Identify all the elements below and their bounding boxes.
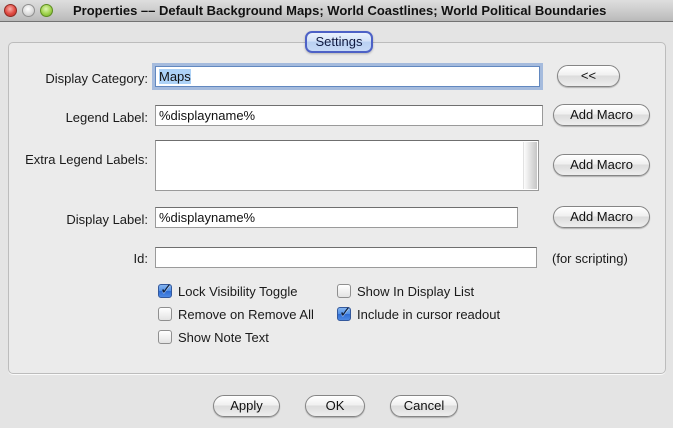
display-label-input[interactable]: %displayname% xyxy=(155,207,518,228)
tab-settings[interactable]: Settings xyxy=(305,31,373,53)
minimize-button-icon[interactable] xyxy=(22,4,35,17)
display-category-input[interactable]: Maps xyxy=(155,66,540,87)
check-icon: ✓ xyxy=(339,303,352,321)
field-text: %displayname% xyxy=(159,108,255,123)
cancel-button[interactable]: Cancel xyxy=(390,395,458,417)
id-hint: (for scripting) xyxy=(552,251,628,266)
check-icon: ✓ xyxy=(160,280,173,298)
selected-text: Maps xyxy=(159,69,191,84)
properties-window: Properties –– Default Background Maps; W… xyxy=(0,0,673,428)
window-title: Properties –– Default Background Maps; W… xyxy=(73,3,606,18)
checkbox-lock-visibility-toggle[interactable]: ✓ Lock Visibility Toggle xyxy=(158,283,297,299)
add-macro-button-legend[interactable]: Add Macro xyxy=(553,104,650,126)
ok-button[interactable]: OK xyxy=(305,395,365,417)
checkbox-box[interactable]: ✓ xyxy=(337,284,351,298)
zoom-button-icon[interactable] xyxy=(40,4,53,17)
extra-legend-labels-textarea[interactable] xyxy=(155,140,539,191)
checkbox-remove-on-remove-all[interactable]: ✓ Remove on Remove All xyxy=(158,306,314,322)
close-button-icon[interactable] xyxy=(4,4,17,17)
display-category-label: Display Category: xyxy=(0,71,148,86)
legend-label-input[interactable]: %displayname% xyxy=(155,105,543,126)
checkbox-label: Lock Visibility Toggle xyxy=(178,284,297,299)
display-label-label: Display Label: xyxy=(0,212,148,227)
scrollbar-track[interactable] xyxy=(523,142,537,189)
checkbox-box[interactable]: ✓ xyxy=(158,307,172,321)
legend-label-label: Legend Label: xyxy=(0,110,148,125)
field-text: %displayname% xyxy=(159,210,255,225)
extra-legend-labels-label: Extra Legend Labels: xyxy=(0,152,148,167)
checkbox-label: Show In Display List xyxy=(357,284,474,299)
checkbox-label: Show Note Text xyxy=(178,330,269,345)
id-label: Id: xyxy=(0,251,148,266)
id-input[interactable] xyxy=(155,247,537,268)
checkbox-show-note-text[interactable]: ✓ Show Note Text xyxy=(158,329,269,345)
checkbox-label: Include in cursor readout xyxy=(357,307,500,322)
add-macro-button-display[interactable]: Add Macro xyxy=(553,206,650,228)
apply-button[interactable]: Apply xyxy=(213,395,280,417)
checkbox-label: Remove on Remove All xyxy=(178,307,314,322)
checkbox-include-in-cursor-readout[interactable]: ✓ Include in cursor readout xyxy=(337,306,500,322)
collapse-button[interactable]: << xyxy=(557,65,620,87)
checkbox-box[interactable]: ✓ xyxy=(158,284,172,298)
checkbox-show-in-display-list[interactable]: ✓ Show In Display List xyxy=(337,283,474,299)
checkbox-box[interactable]: ✓ xyxy=(158,330,172,344)
checkbox-box[interactable]: ✓ xyxy=(337,307,351,321)
title-bar[interactable]: Properties –– Default Background Maps; W… xyxy=(0,0,673,22)
add-macro-button-extra[interactable]: Add Macro xyxy=(553,154,650,176)
